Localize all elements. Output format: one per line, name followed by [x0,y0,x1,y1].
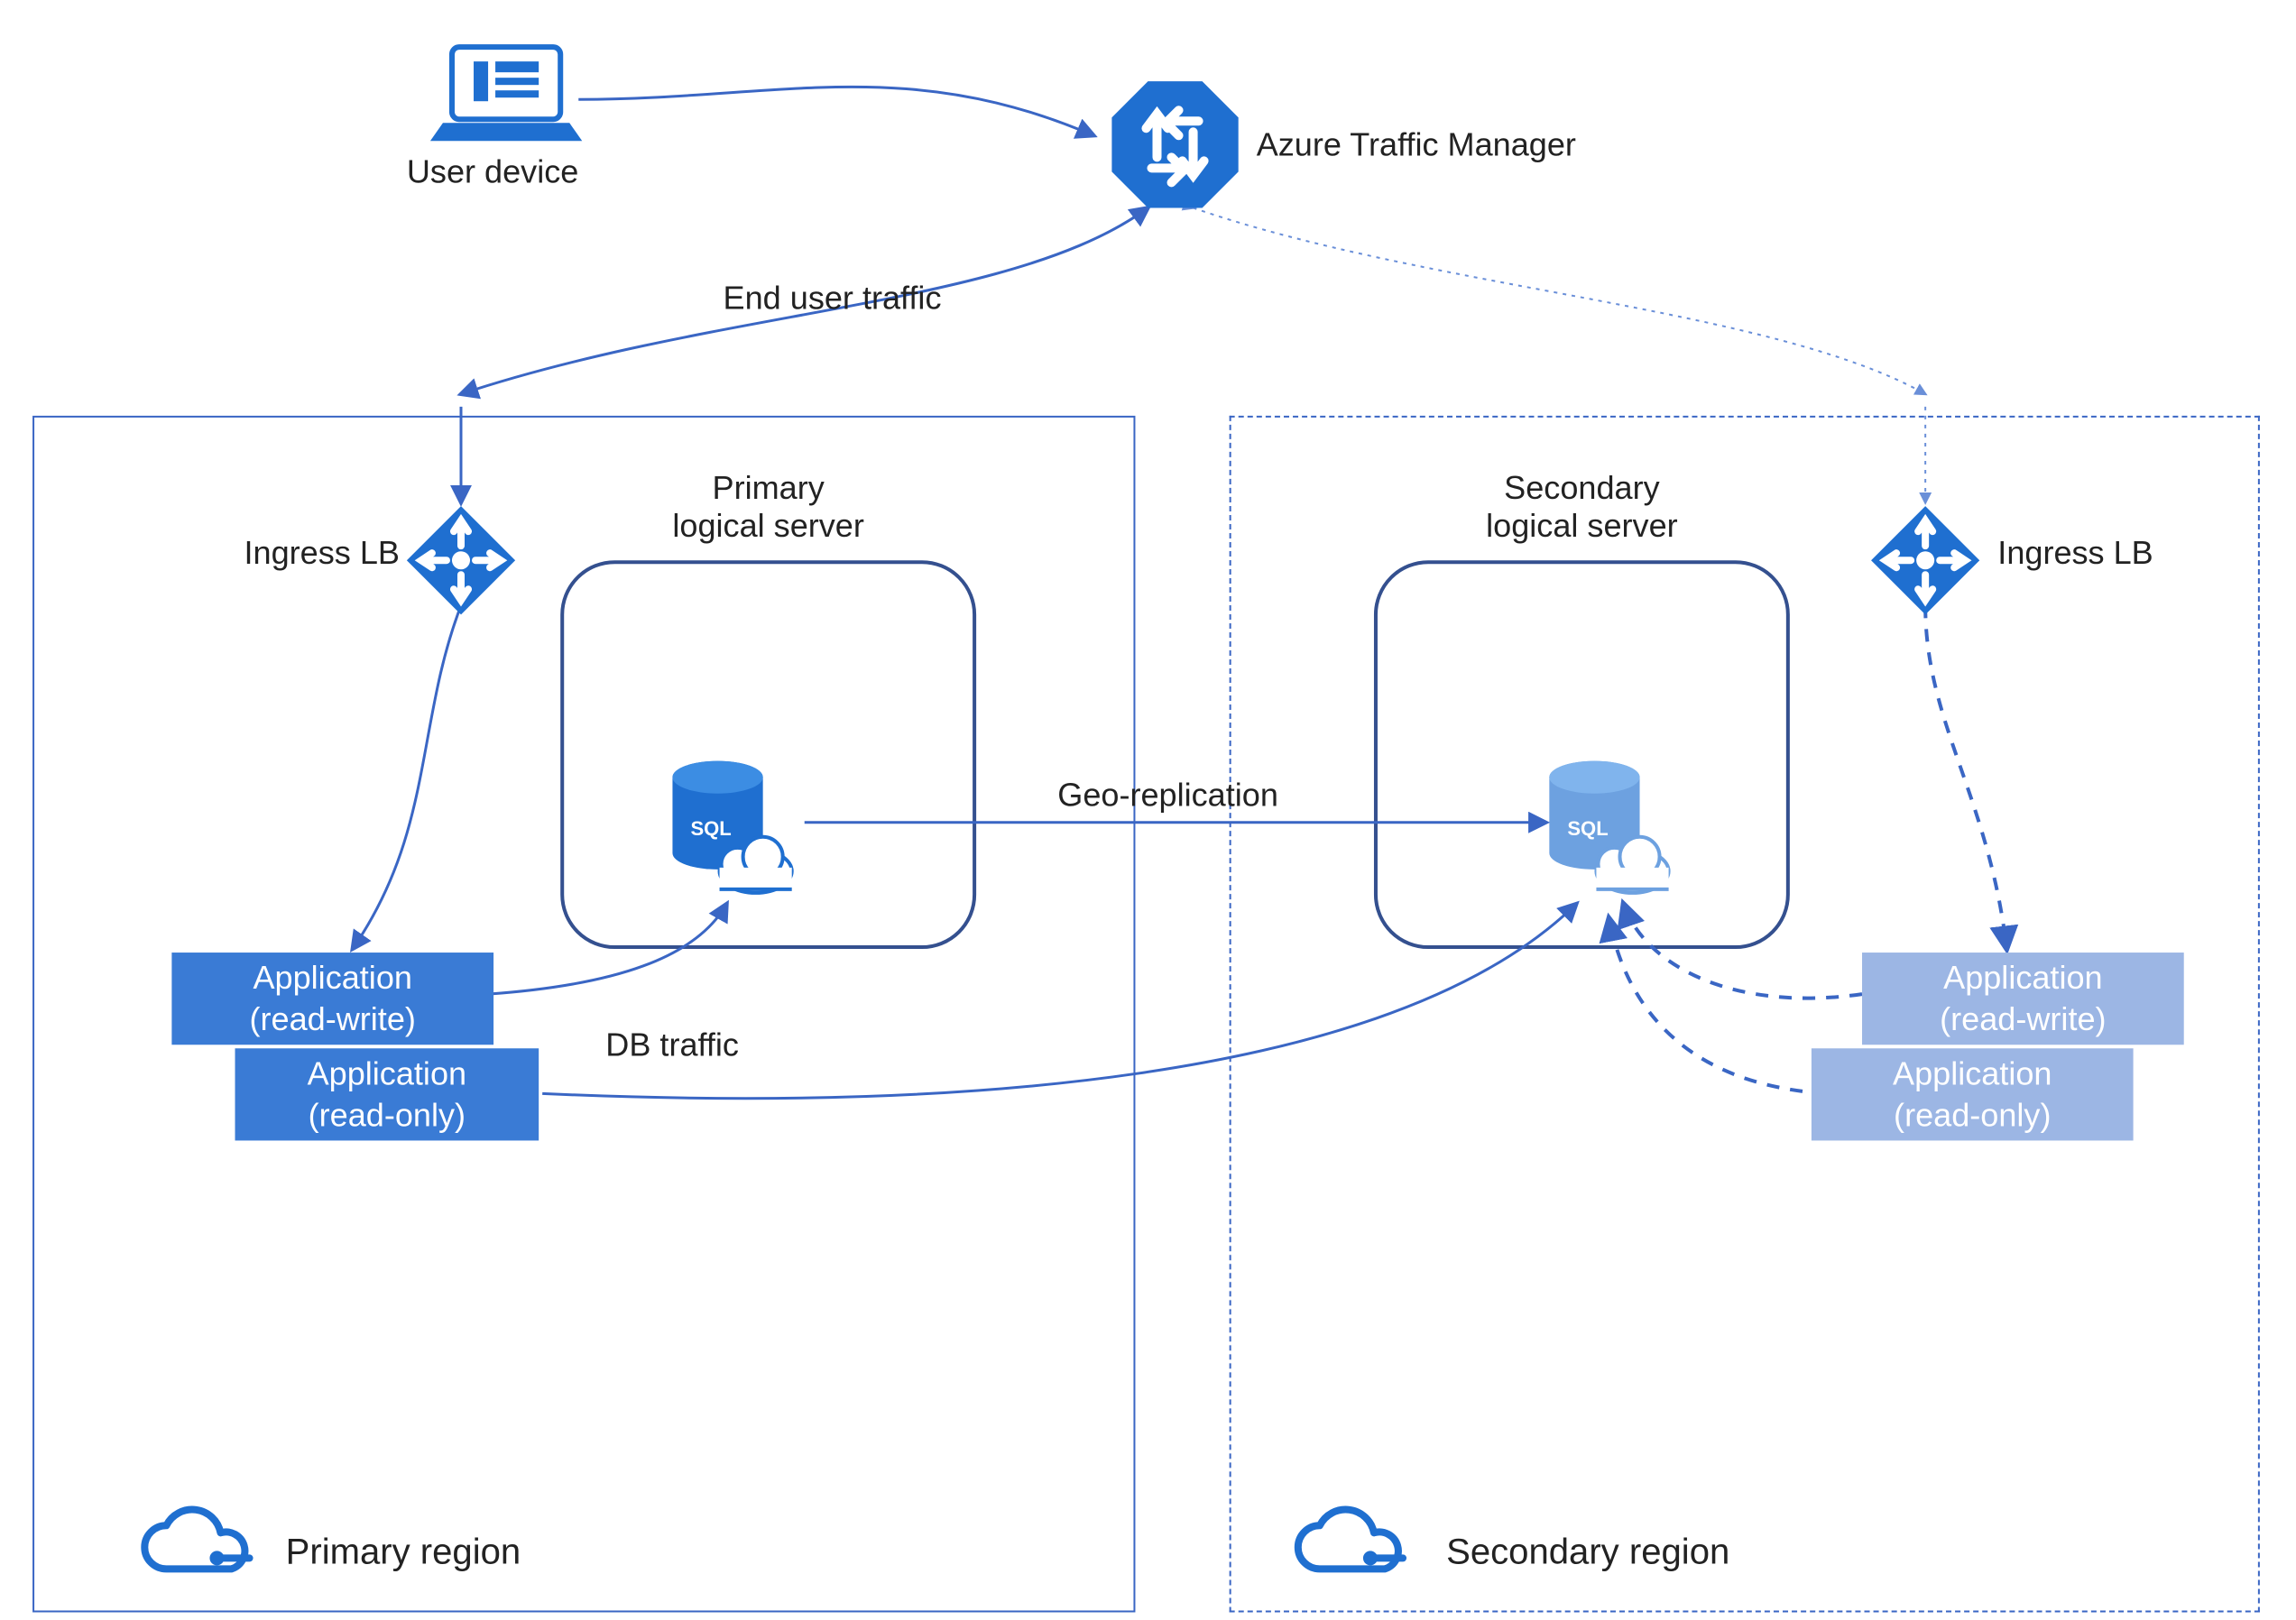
primary-app-ro-l1: Application [308,1055,466,1091]
secondary-region-label: Secondary region [1446,1533,1729,1574]
secondary-server-title-l1: Secondary [1504,470,1659,506]
traffic-manager-label: Azure Traffic Manager [1257,126,1576,164]
secondary-server-box [1374,560,1790,949]
secondary-app-read-only: Application (read-only) [1812,1048,2134,1140]
primary-server-box [560,560,976,949]
traffic-manager-icon [1111,81,1238,207]
diagram-canvas: SQL SQL [0,0,2296,1619]
user-device-icon [430,47,582,141]
secondary-app-rw-l2: (read-write) [1940,1000,2106,1036]
secondary-server-title-l2: logical server [1486,508,1678,544]
geo-replication-label: Geo-replication [1057,778,1278,815]
primary-app-read-only: Application (read-only) [235,1048,539,1140]
primary-ingress-label: Ingress LB [244,535,400,573]
primary-app-read-write: Application (read-write) [171,953,493,1045]
secondary-app-ro-l2: (read-only) [1894,1096,2051,1132]
primary-server-title: Primary logical server [659,470,876,546]
secondary-server-title: Secondary logical server [1473,470,1690,546]
end-user-traffic-label: End user traffic [724,281,942,318]
primary-server-title-l2: logical server [672,508,864,544]
secondary-ingress-label: Ingress LB [1997,535,2153,573]
primary-app-rw-l1: Application [253,960,411,996]
user-device-label: User device [407,153,578,191]
db-traffic-label: DB traffic [605,1026,739,1064]
secondary-app-ro-l1: Application [1893,1055,2052,1091]
primary-region-label: Primary region [286,1533,521,1574]
primary-app-rw-l2: (read-write) [250,1000,416,1036]
secondary-app-read-write: Application (read-write) [1862,953,2184,1045]
primary-server-title-l1: Primary [713,470,825,506]
primary-app-ro-l2: (read-only) [309,1096,466,1132]
secondary-app-rw-l1: Application [1943,960,2102,996]
